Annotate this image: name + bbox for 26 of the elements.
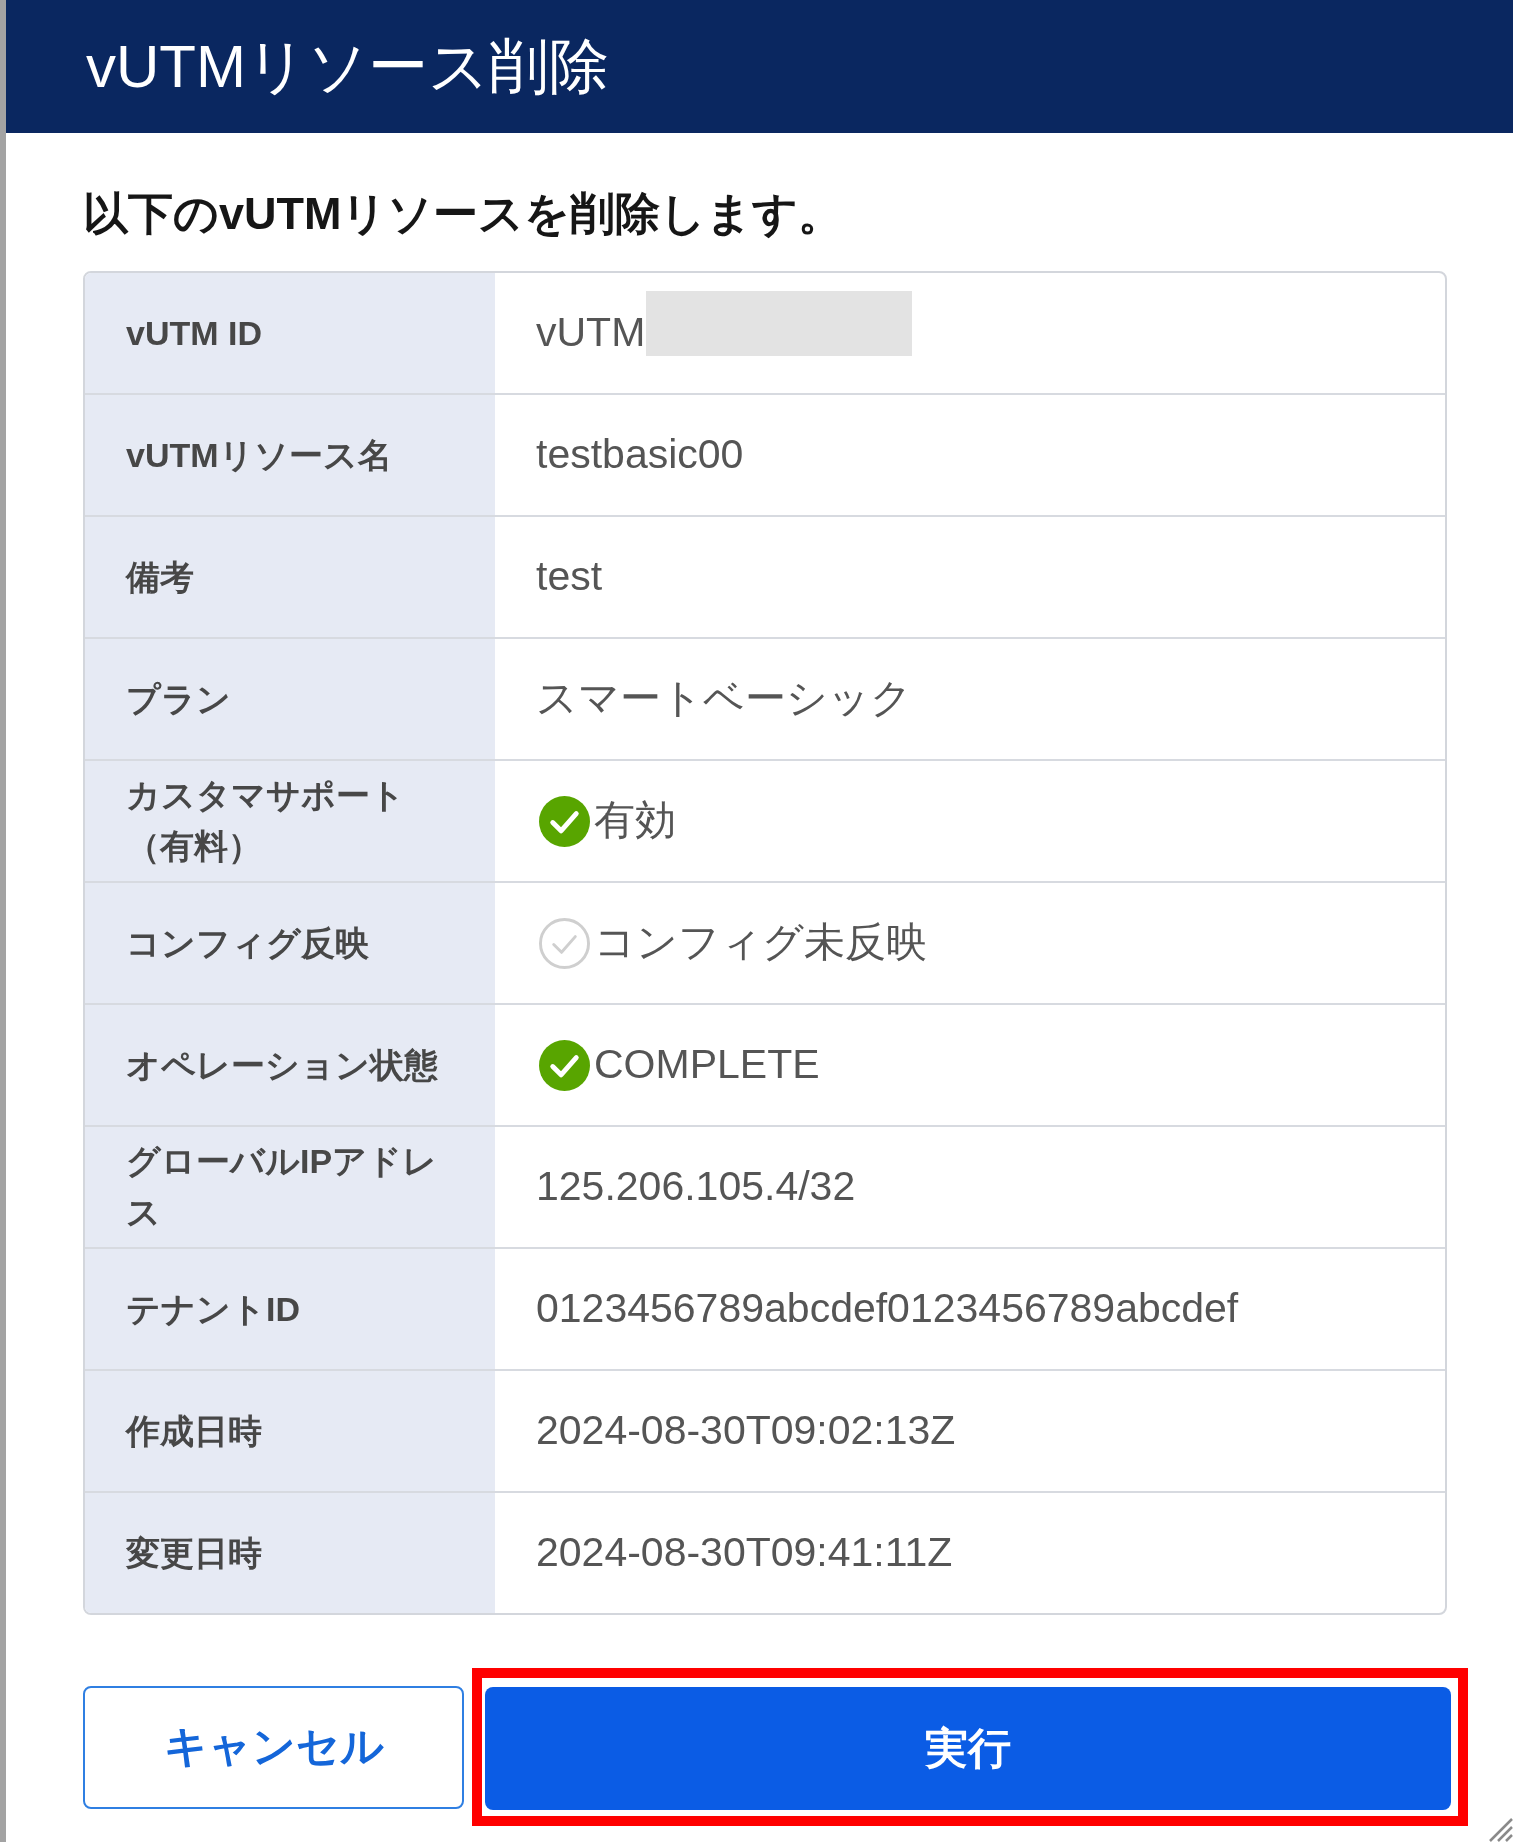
- field-label: コンフィグ反映: [126, 922, 369, 964]
- field-label: プラン: [126, 678, 231, 720]
- confirmation-message: 以下のvUTMリソースを削除します。: [83, 187, 845, 240]
- field-label: グローバルIPアドレス: [126, 1141, 439, 1233]
- field-value: test: [536, 552, 603, 602]
- field-label: vUTMリソース名: [126, 434, 392, 476]
- status-text: コンフィグ未反映: [594, 918, 927, 968]
- status-text: 有効: [594, 796, 676, 846]
- field-label: オペレーション状態: [126, 1044, 438, 1086]
- field-label: 変更日時: [126, 1532, 262, 1574]
- field-value: 2024-08-30T09:02:13Z: [536, 1406, 956, 1456]
- field-value: 0123456789abcdef0123456789abcdef: [536, 1284, 1239, 1334]
- field-label: テナントID: [126, 1288, 300, 1330]
- status-text: COMPLETE: [594, 1040, 820, 1090]
- execute-button[interactable]: 実行: [485, 1687, 1451, 1810]
- field-value: スマートベーシック: [536, 674, 912, 724]
- field-value: 125.206.105.4/32: [536, 1162, 856, 1212]
- field-label: カスタマサポート（有料）: [126, 775, 406, 867]
- field-label: 作成日時: [126, 1410, 262, 1452]
- field-value: 2024-08-30T09:41:11Z: [536, 1528, 953, 1578]
- cancel-button[interactable]: キャンセル: [83, 1685, 464, 1809]
- field-label: vUTM ID: [126, 312, 262, 354]
- dialog-title: vUTMリソース削除: [86, 33, 609, 100]
- field-value: vUTM: [536, 308, 646, 358]
- field-label: 備考: [126, 556, 194, 598]
- field-value: testbasic00: [536, 430, 744, 480]
